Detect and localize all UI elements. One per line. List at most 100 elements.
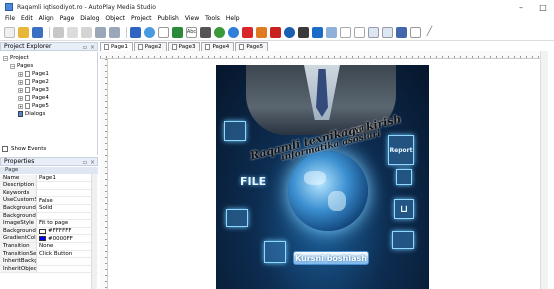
menu-project[interactable]: Project <box>131 15 152 22</box>
combobox-object-icon[interactable] <box>368 26 379 38</box>
pdf-object-icon[interactable] <box>270 26 281 38</box>
tree-item-page2[interactable]: + Page2 <box>18 79 49 85</box>
expand-icon[interactable]: + <box>18 87 23 93</box>
property-row-name[interactable]: Name Page1 <box>0 174 98 183</box>
cut-icon[interactable] <box>53 26 64 38</box>
pin-icon[interactable]: ▫ <box>83 44 87 51</box>
tree-item-page4[interactable]: + Page4 <box>18 95 49 101</box>
design-canvas[interactable]: Report ⊔ FILE Raqamli texnikaga kirish v… <box>108 59 540 289</box>
color-swatch[interactable] <box>39 228 46 234</box>
draw-line-icon[interactable]: ╱ <box>424 26 435 38</box>
property-row-image-style[interactable]: ImageStyle Fit to page <box>0 220 98 228</box>
xbutton-object-icon[interactable] <box>284 26 295 38</box>
color-swatch[interactable] <box>39 236 46 242</box>
property-value[interactable] <box>37 266 98 273</box>
minimize-button[interactable]: – <box>510 0 532 14</box>
property-row-background-image[interactable]: BackgroundIma <box>0 212 98 221</box>
tree-item-page5[interactable]: + Page5 <box>18 103 49 109</box>
property-row-keywords[interactable]: Keywords <box>0 189 98 198</box>
menu-tools[interactable]: Tools <box>205 15 220 22</box>
progress-object-icon[interactable] <box>326 26 337 38</box>
undo-icon[interactable] <box>95 26 106 38</box>
property-value[interactable] <box>37 182 98 189</box>
collapse-icon[interactable]: − <box>10 63 15 69</box>
property-value[interactable]: Click Button <box>37 251 98 258</box>
collapse-icon[interactable]: − <box>3 55 8 61</box>
tab-page4[interactable]: Page4 <box>201 42 235 51</box>
property-row-description[interactable]: Description <box>0 182 98 190</box>
tree-item-dialogs[interactable]: Dialogs <box>18 111 45 117</box>
close-icon[interactable]: × <box>90 159 95 166</box>
menu-page[interactable]: Page <box>60 15 75 22</box>
tab-page3[interactable]: Page3 <box>167 42 201 51</box>
show-events-checkbox[interactable] <box>2 146 8 152</box>
input-object-icon[interactable]: Abc <box>186 26 197 38</box>
property-row-transition[interactable]: Transition None <box>0 243 98 251</box>
show-events-toggle[interactable]: Show Events <box>2 146 46 152</box>
menu-align[interactable]: Align <box>39 15 54 22</box>
tree-item-pages[interactable]: − Pages <box>10 63 33 69</box>
hotspot-object-icon[interactable] <box>410 26 421 38</box>
tab-page1[interactable]: Page1 <box>100 42 133 51</box>
menu-publish[interactable]: Publish <box>157 15 178 22</box>
menu-edit[interactable]: Edit <box>21 15 33 22</box>
slider-object-icon[interactable] <box>382 26 393 38</box>
radio-object-icon[interactable] <box>354 26 365 38</box>
property-value[interactable]: #0000FF <box>37 235 98 242</box>
property-value[interactable]: Page1 <box>37 175 98 182</box>
web-object-icon[interactable] <box>214 26 225 38</box>
property-group-page[interactable]: Page <box>0 167 98 174</box>
canvas-scrollbar[interactable] <box>540 51 548 289</box>
property-value[interactable]: Solid <box>37 205 98 212</box>
copy-icon[interactable] <box>67 26 78 38</box>
property-value[interactable] <box>37 258 98 265</box>
expand-icon[interactable]: + <box>18 71 23 77</box>
properties-scrollbar[interactable] <box>91 174 97 289</box>
image-object-icon[interactable] <box>172 26 183 38</box>
tab-page5[interactable]: Page5 <box>235 42 269 51</box>
property-value[interactable] <box>37 213 98 220</box>
menu-view[interactable]: View <box>185 15 199 22</box>
property-row-background-color[interactable]: BackgroundCol #FFFFFF <box>0 227 98 236</box>
property-value[interactable] <box>37 190 98 197</box>
video-object-icon[interactable] <box>228 26 239 38</box>
tree-object-icon[interactable] <box>312 26 323 38</box>
slideshow-object-icon[interactable] <box>256 26 267 38</box>
pin-icon[interactable]: ▫ <box>83 159 87 166</box>
menu-help[interactable]: Help <box>226 15 240 22</box>
maximize-button[interactable]: □ <box>532 0 554 14</box>
menu-dialog[interactable]: Dialog <box>80 15 99 22</box>
expand-icon[interactable]: + <box>18 95 23 101</box>
property-row-background-style[interactable]: BackgroundStylSolid <box>0 205 98 213</box>
close-icon[interactable]: × <box>90 44 95 51</box>
property-row-gradient-color[interactable]: GradientColor #0000FF <box>0 235 98 243</box>
paste-icon[interactable] <box>81 26 92 38</box>
tab-page2[interactable]: Page2 <box>133 42 167 51</box>
new-icon[interactable] <box>4 26 15 38</box>
property-row-inherit-background[interactable]: InheritBackgrou <box>0 258 98 266</box>
property-row-transition-settings[interactable]: TransitionSettinClick Button <box>0 250 98 259</box>
property-value[interactable]: None <box>37 243 98 250</box>
paragraph-object-icon[interactable] <box>158 26 169 38</box>
save-icon[interactable] <box>32 26 43 38</box>
start-course-button[interactable]: Kursni boshlash <box>293 251 369 265</box>
property-row-use-custom-settings[interactable]: UseCustomSettFalse <box>0 197 98 205</box>
page-design-area[interactable]: Report ⊔ FILE Raqamli texnikaga kirish v… <box>216 65 429 289</box>
button-object-icon[interactable] <box>130 26 141 38</box>
property-value[interactable]: Fit to page <box>37 220 98 227</box>
property-value[interactable]: #FFFFFF <box>37 228 98 235</box>
redo-icon[interactable] <box>109 26 120 38</box>
checkbox-object-icon[interactable] <box>340 26 351 38</box>
open-icon[interactable] <box>18 26 29 38</box>
richtext-object-icon[interactable] <box>396 26 407 38</box>
menu-object[interactable]: Object <box>105 15 125 22</box>
list-object-icon[interactable] <box>200 26 211 38</box>
tree-item-project[interactable]: − Project <box>3 55 29 61</box>
tree-item-page3[interactable]: + Page3 <box>18 87 49 93</box>
flash-object-icon[interactable] <box>242 26 253 38</box>
label-object-icon[interactable] <box>144 26 155 38</box>
grid-object-icon[interactable] <box>298 26 309 38</box>
property-row-inherit-objects[interactable]: InheritObjects <box>0 265 98 274</box>
expand-icon[interactable]: + <box>18 79 23 85</box>
tree-item-page1[interactable]: + Page1 <box>18 71 49 77</box>
